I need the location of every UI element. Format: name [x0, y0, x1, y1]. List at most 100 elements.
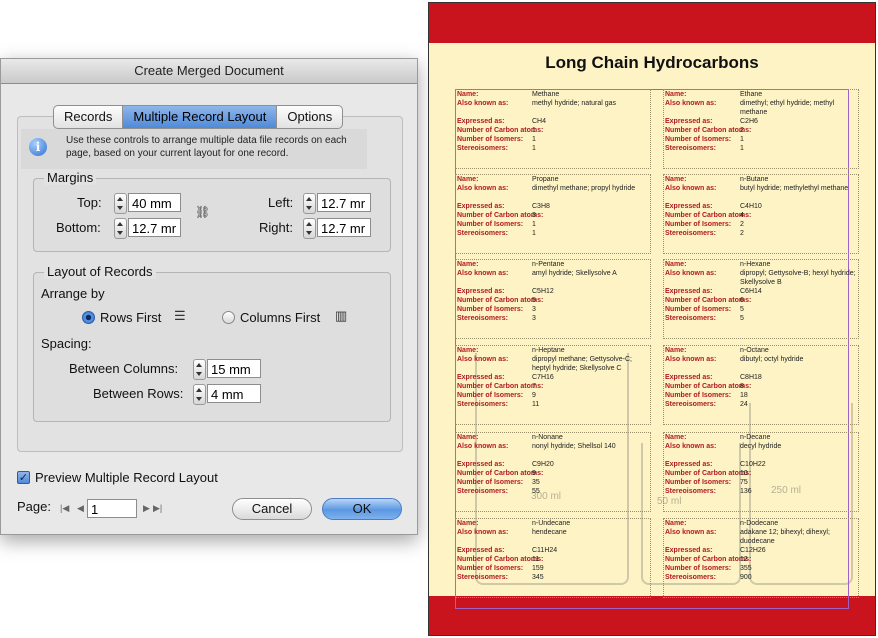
- record-card: Name: n-Undecane Also known as: hendecane Ex…: [455, 518, 651, 598]
- arrange-by-label: Arrange by: [41, 286, 105, 301]
- left-stepper[interactable]: [303, 193, 316, 214]
- last-page-icon[interactable]: ▶|: [153, 503, 162, 514]
- record-field-label: Stereoisomers:: [457, 488, 508, 495]
- record-field-label: Number of Carbon atoms:: [665, 556, 752, 563]
- between-rows-stepper[interactable]: [193, 384, 206, 405]
- preview-label[interactable]: Preview Multiple Record Layout: [35, 470, 218, 485]
- record-field-label: Number of Isomers:: [665, 136, 732, 143]
- info-box: i Use these controls to arrange multiple…: [21, 129, 367, 169]
- record-field-value: C8H18: [740, 374, 762, 381]
- record-field-value: 10: [740, 470, 748, 477]
- record-field-label: Name:: [665, 434, 687, 441]
- record-field-label: Number of Carbon atoms:: [457, 297, 544, 304]
- columns-first-label[interactable]: Columns First: [240, 310, 320, 325]
- bottom-stepper[interactable]: [114, 218, 127, 239]
- record-field-value: n-Hexane: [740, 261, 771, 268]
- record-field-value: 1: [740, 145, 744, 152]
- record-field-value: 18: [740, 392, 748, 399]
- left-margin-field[interactable]: 12.7 mr: [317, 193, 371, 212]
- record-field-value: Methane: [532, 91, 560, 98]
- tab-bar: Records Multiple Record Layout Options: [53, 105, 344, 129]
- record-field-value: n-Decane: [740, 434, 771, 441]
- columns-first-radio[interactable]: [222, 311, 235, 324]
- record-field-label: Also known as:: [457, 356, 509, 363]
- record-card: Name: n-Heptane Also known as: dipropyl met…: [455, 345, 651, 425]
- tab-multiple-record-layout[interactable]: Multiple Record Layout: [123, 106, 278, 128]
- record-field-label: Expressed as:: [665, 203, 713, 210]
- tab-records[interactable]: Records: [54, 106, 124, 128]
- record-field-value: 1: [740, 136, 744, 143]
- link-margins-icon[interactable]: ⛓: [195, 205, 210, 219]
- between-columns-field[interactable]: 15 mm: [207, 359, 261, 378]
- first-page-icon[interactable]: |◀: [60, 503, 69, 514]
- record-field-label: Number of Isomers:: [457, 136, 524, 143]
- record-field-label: Stereoisomers:: [457, 401, 508, 408]
- record-field-label: Expressed as:: [457, 461, 505, 468]
- bottom-label: Bottom:: [56, 220, 101, 235]
- record-field-label: Number of Isomers:: [457, 306, 524, 313]
- record-card: Name: n-Dodecane Also known as: adakane 12;…: [663, 518, 859, 598]
- record-field-value: C9H20: [532, 461, 554, 468]
- record-field-label: Expressed as:: [457, 203, 505, 210]
- record-field-value: C10H22: [740, 461, 766, 468]
- cancel-button[interactable]: Cancel: [232, 498, 312, 520]
- record-field-value: 1: [532, 221, 536, 228]
- record-field-label: Stereoisomers:: [665, 574, 716, 581]
- record-field-value: Ethane: [740, 91, 763, 98]
- rows-first-label[interactable]: Rows First: [100, 310, 161, 325]
- document-page: Long Chain Hydrocarbons 300 ml 50 ml 250…: [428, 2, 876, 636]
- record-field-label: Also known as:: [457, 443, 509, 450]
- record-field-value: hendecane: [532, 529, 567, 536]
- record-field-value: 3: [532, 212, 536, 219]
- record-field-label: Name:: [457, 261, 479, 268]
- record-card: Name: n-Octane Also known as: dibutyl; octy…: [663, 345, 859, 425]
- record-field-label: Number of Isomers:: [665, 565, 732, 572]
- record-field-value: 1: [532, 136, 536, 143]
- record-field-label: Number of Isomers:: [457, 221, 524, 228]
- record-field-label: Name:: [665, 91, 687, 98]
- tab-options[interactable]: Options: [277, 106, 342, 128]
- record-field-label: Name:: [665, 261, 687, 268]
- record-field-value: 55: [532, 488, 540, 495]
- rows-first-radio[interactable]: [82, 311, 95, 324]
- record-field-value: n-Undecane: [532, 520, 571, 527]
- top-stepper[interactable]: [114, 193, 127, 214]
- record-field-value: 1: [532, 230, 536, 237]
- right-margin-field[interactable]: 12.7 mr: [317, 218, 371, 237]
- top-red-band: [429, 3, 875, 43]
- record-field-label: Also known as:: [457, 270, 509, 277]
- record-field-label: Number of Carbon atoms:: [457, 470, 544, 477]
- record-field-label: Expressed as:: [665, 547, 713, 554]
- preview-checkbox[interactable]: ✓: [17, 471, 30, 484]
- previous-page-icon[interactable]: ◀: [77, 503, 84, 514]
- left-label: Left:: [268, 195, 294, 210]
- record-field-value: 35: [532, 479, 540, 486]
- between-rows-field[interactable]: 4 mm: [207, 384, 261, 403]
- bottom-red-band: [429, 596, 875, 635]
- top-margin-field[interactable]: 40 mm: [128, 193, 181, 212]
- record-field-label: Number of Isomers:: [457, 479, 524, 486]
- record-field-label: Number of Carbon atoms:: [665, 297, 752, 304]
- record-field-label: Expressed as:: [457, 118, 505, 125]
- page-label: Page:: [17, 499, 51, 514]
- record-field-value: adakane 12; bihexyl; dihexyl; duodecane: [740, 529, 830, 545]
- record-field-value: 24: [740, 401, 748, 408]
- record-field-label: Number of Carbon atoms:: [665, 127, 752, 134]
- record-field-label: Number of Isomers:: [665, 479, 732, 486]
- record-card: Name: n-Hexane Also known as: dipropyl; Get…: [663, 259, 859, 339]
- record-field-label: Also known as:: [457, 529, 509, 536]
- page-number-field[interactable]: 1: [87, 499, 137, 518]
- margins-group: Margins: [33, 170, 391, 252]
- record-field-value: 1: [532, 145, 536, 152]
- record-field-value: 5: [740, 306, 744, 313]
- between-columns-stepper[interactable]: [193, 359, 206, 380]
- ok-button[interactable]: OK: [322, 498, 402, 520]
- top-label: Top:: [77, 195, 102, 210]
- record-field-value: 5: [740, 315, 744, 322]
- record-field-value: 355: [740, 565, 752, 572]
- next-page-icon[interactable]: ▶: [143, 503, 150, 514]
- bottom-margin-field[interactable]: 12.7 mr: [128, 218, 181, 237]
- right-stepper[interactable]: [303, 218, 316, 239]
- margins-title: Margins: [44, 170, 97, 185]
- record-field-value: 2: [740, 127, 744, 134]
